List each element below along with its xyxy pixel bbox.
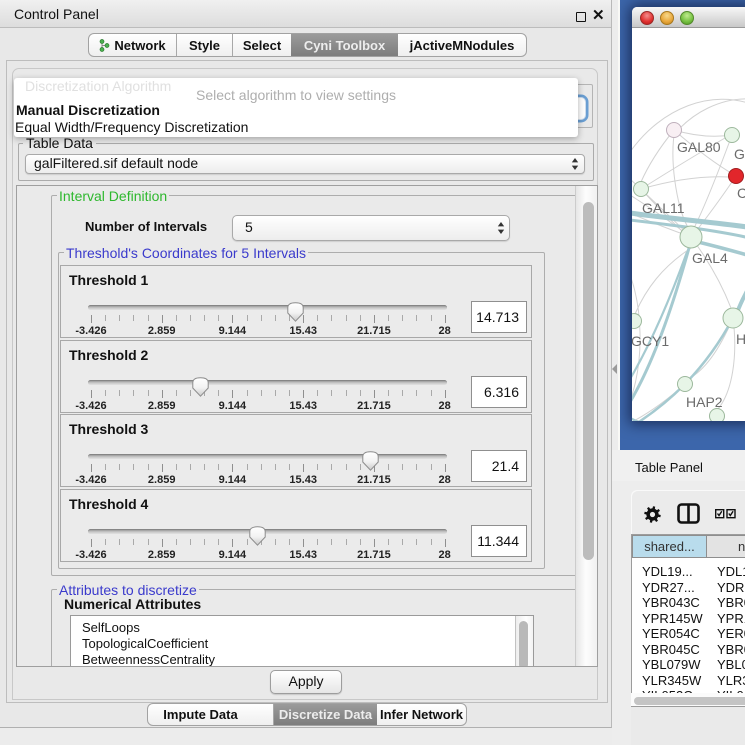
svg-text:GAL11: GAL11 [642,200,685,216]
svg-text:CA: CA [737,185,745,201]
svg-text:HI: HI [736,331,745,347]
svg-text:GCY1: GCY1 [632,333,669,349]
svg-text:GAL4: GAL4 [692,250,728,266]
svg-text:GAL80: GAL80 [677,139,721,155]
svg-text:HAP2: HAP2 [686,394,723,410]
svg-text:GA: GA [734,146,745,162]
